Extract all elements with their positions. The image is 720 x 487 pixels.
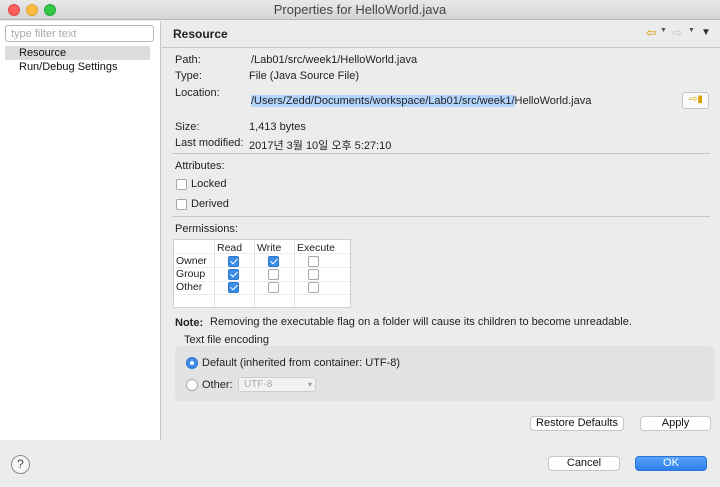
column-header-read: Read (217, 242, 243, 254)
location-value[interactable]: /Users/Zedd/Documents/workspace/Lab01/sr… (251, 95, 591, 107)
last-modified-label: Last modified: (175, 137, 244, 149)
encoding-select-value: UTF-8 (244, 379, 273, 390)
owner-read-checkbox[interactable] (228, 256, 239, 267)
separator (172, 216, 710, 217)
permissions-title: Permissions: (175, 223, 238, 235)
arrow-left-icon[interactable]: ⇦ (646, 26, 657, 40)
menu-triangle-icon[interactable]: ▼ (701, 27, 711, 38)
arrow-right-icon[interactable]: ⇨ (672, 26, 683, 40)
size-value: 1,413 bytes (249, 121, 306, 133)
encoding-title: Text file encoding (184, 334, 269, 346)
row-label-owner: Owner (176, 255, 207, 267)
title-bar: Properties for HelloWorld.java (0, 0, 720, 20)
last-modified-value: 2017년 3월 10일 오후 5:27:10 (249, 140, 392, 152)
locked-label: Locked (191, 178, 227, 190)
help-button[interactable]: ? (11, 455, 30, 474)
group-execute-checkbox[interactable] (308, 269, 319, 280)
column-divider (254, 240, 255, 307)
size-label: Size: (175, 121, 200, 133)
row-label-other: Other (176, 281, 203, 293)
encoding-select[interactable]: UTF-8 ▾ (238, 377, 316, 392)
group-read-checkbox[interactable] (228, 269, 239, 280)
owner-execute-checkbox[interactable] (308, 256, 319, 267)
open-location-icon: ⇨▮ (689, 94, 703, 105)
note-label: Note: (175, 317, 204, 329)
attributes-title: Attributes: (175, 160, 225, 172)
location-selected-text: /Users/Zedd/Documents/workspace/Lab01/sr… (251, 95, 515, 107)
default-encoding-label: Default (inherited from container: UTF-8… (202, 357, 401, 369)
location-rest-text: HelloWorld.java (514, 95, 592, 107)
derived-checkbox[interactable] (176, 199, 187, 210)
chevron-down-icon: ▾ (307, 380, 312, 389)
owner-write-checkbox[interactable] (268, 256, 279, 267)
column-header-write: Write (257, 242, 282, 254)
page-header: Resource ⇦ ▼ ⇨ ▼ ▼ (162, 21, 720, 48)
cancel-button[interactable]: Cancel (548, 456, 620, 471)
default-encoding-radio[interactable] (186, 357, 198, 369)
other-encoding-label: Other: (202, 379, 233, 391)
apply-button[interactable]: Apply (640, 416, 711, 431)
column-divider (214, 240, 215, 307)
path-value: /Lab01/src/week1/HelloWorld.java (251, 54, 418, 66)
other-execute-checkbox[interactable] (308, 282, 319, 293)
ok-button[interactable]: OK (635, 456, 707, 471)
type-label: Type: (175, 70, 202, 82)
show-in-finder-button[interactable]: ⇨▮ (682, 92, 709, 109)
other-write-checkbox[interactable] (268, 282, 279, 293)
row-divider (174, 294, 350, 295)
filter-input[interactable] (5, 25, 154, 42)
encoding-group: Default (inherited from container: UTF-8… (175, 346, 714, 401)
column-header-execute: Execute (297, 242, 335, 254)
path-label: Path: (175, 54, 201, 66)
permissions-table: Read Write Execute Owner Group Other (173, 239, 351, 308)
type-value: File (Java Source File) (249, 70, 360, 82)
sidebar-item-resource[interactable]: Resource (5, 46, 150, 60)
derived-label: Derived (191, 198, 229, 210)
sidebar-item-run-debug-settings[interactable]: Run/Debug Settings (5, 60, 150, 74)
column-divider (294, 240, 295, 307)
window-title: Properties for HelloWorld.java (273, 2, 447, 17)
forward-dropdown-icon[interactable]: ▼ (688, 27, 695, 34)
location-label: Location: (175, 87, 220, 99)
note-text: Removing the executable flag on a folder… (210, 316, 632, 328)
resource-page: Resource ⇦ ▼ ⇨ ▼ ▼ Path: /Lab01/src/week… (162, 21, 720, 440)
locked-checkbox[interactable] (176, 179, 187, 190)
separator (172, 153, 710, 154)
other-encoding-radio[interactable] (186, 379, 198, 391)
other-read-checkbox[interactable] (228, 282, 239, 293)
row-label-group: Group (176, 268, 206, 280)
properties-sidebar: Resource Run/Debug Settings (0, 21, 161, 440)
page-title: Resource (173, 27, 228, 41)
back-dropdown-icon[interactable]: ▼ (660, 27, 667, 34)
group-write-checkbox[interactable] (268, 269, 279, 280)
restore-defaults-button[interactable]: Restore Defaults (530, 416, 624, 431)
